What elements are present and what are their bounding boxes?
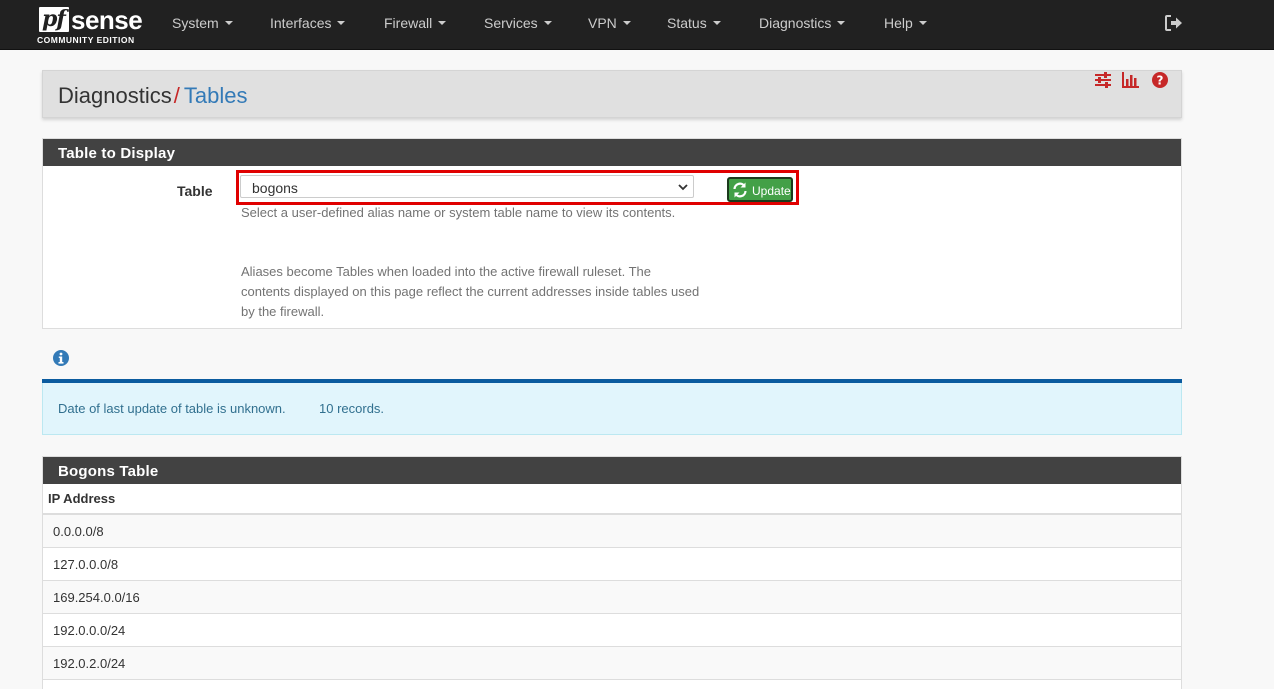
nav-system[interactable]: System — [172, 15, 233, 31]
ip-address-column-header: IP Address — [43, 484, 1181, 515]
help-text-aliases: Aliases become Tables when loaded into t… — [241, 264, 700, 319]
logo-edition-text: COMMUNITY EDITION — [37, 35, 135, 45]
update-button[interactable]: Update — [727, 177, 793, 202]
nav-interfaces[interactable]: Interfaces — [270, 15, 346, 31]
nav-help-label: Help — [884, 15, 913, 31]
caret-down-icon — [337, 21, 346, 25]
caret-down-icon — [837, 21, 846, 25]
panel-title: Table to Display — [43, 139, 1181, 166]
table-row: 192.0.2.0/24 — [43, 647, 1181, 680]
svg-text:?: ? — [1157, 74, 1164, 88]
nav-system-label: System — [172, 15, 219, 31]
refresh-icon — [733, 182, 747, 198]
nav-vpn-label: VPN — [588, 15, 617, 31]
bar-chart-icon[interactable] — [1121, 71, 1139, 89]
table-row: 0.0.0.0/8 — [43, 515, 1181, 548]
table-row: 127.0.0.0/8 — [43, 548, 1181, 581]
table-to-display-panel: Table to Display Table bogons Update Sel… — [42, 138, 1182, 329]
nav-services-label: Services — [484, 15, 538, 31]
sliders-icon[interactable] — [1094, 71, 1112, 89]
table-row: 192.0.0.0/24 — [43, 614, 1181, 647]
caret-down-icon — [438, 21, 447, 25]
nav-vpn[interactable]: VPN — [588, 15, 631, 31]
nav-firewall[interactable]: Firewall — [384, 15, 447, 31]
nav-interfaces-label: Interfaces — [270, 15, 332, 31]
highlight-box — [236, 170, 799, 205]
nav-status[interactable]: Status — [667, 15, 721, 31]
caret-down-icon — [918, 21, 927, 25]
info-circle-icon[interactable] — [52, 349, 70, 367]
breadcrumb-diagnostics[interactable]: Diagnostics — [58, 83, 172, 108]
help-text-select: Select a user-defined alias name or syst… — [241, 205, 676, 220]
nav-help[interactable]: Help — [884, 15, 927, 31]
nav-firewall-label: Firewall — [384, 15, 433, 31]
nav-services[interactable]: Services — [484, 15, 552, 31]
update-button-label: Update — [752, 184, 791, 198]
caret-down-icon — [622, 21, 631, 25]
bogons-table-panel: Bogons Table IP Address 0.0.0.0/8 127.0.… — [42, 456, 1182, 689]
logo-pf-box: pf — [39, 6, 69, 32]
nav-diagnostics[interactable]: Diagnostics — [759, 15, 846, 31]
info-alert: Date of last update of table is unknown.… — [42, 383, 1182, 435]
question-circle-icon[interactable]: ? — [1151, 71, 1169, 89]
record-count-text: 10 records. — [319, 401, 385, 416]
breadcrumb: Diagnostics/Tables — [58, 83, 247, 109]
breadcrumb-separator: / — [173, 83, 180, 108]
last-update-text: Date of last update of table is unknown. — [58, 401, 286, 416]
table-row: 169.254.0.0/16 — [43, 581, 1181, 614]
nav-status-label: Status — [667, 15, 707, 31]
caret-down-icon — [543, 21, 552, 25]
logo-sense-text: sense — [71, 5, 143, 35]
caret-down-icon — [712, 21, 721, 25]
caret-down-icon — [224, 21, 233, 25]
top-navbar: pf sense COMMUNITY EDITION System Interf… — [0, 0, 1274, 50]
table-row — [43, 680, 1181, 689]
bogons-table-title: Bogons Table — [43, 457, 1181, 484]
breadcrumb-panel: Diagnostics/Tables ? — [42, 70, 1182, 118]
table-field-label: Table — [177, 183, 213, 199]
pfsense-logo[interactable]: pf sense COMMUNITY EDITION — [37, 5, 147, 47]
sign-out-icon[interactable] — [1165, 15, 1183, 31]
breadcrumb-tables[interactable]: Tables — [184, 83, 248, 108]
nav-diagnostics-label: Diagnostics — [759, 15, 832, 31]
logo-pf-text: pf — [42, 6, 66, 32]
